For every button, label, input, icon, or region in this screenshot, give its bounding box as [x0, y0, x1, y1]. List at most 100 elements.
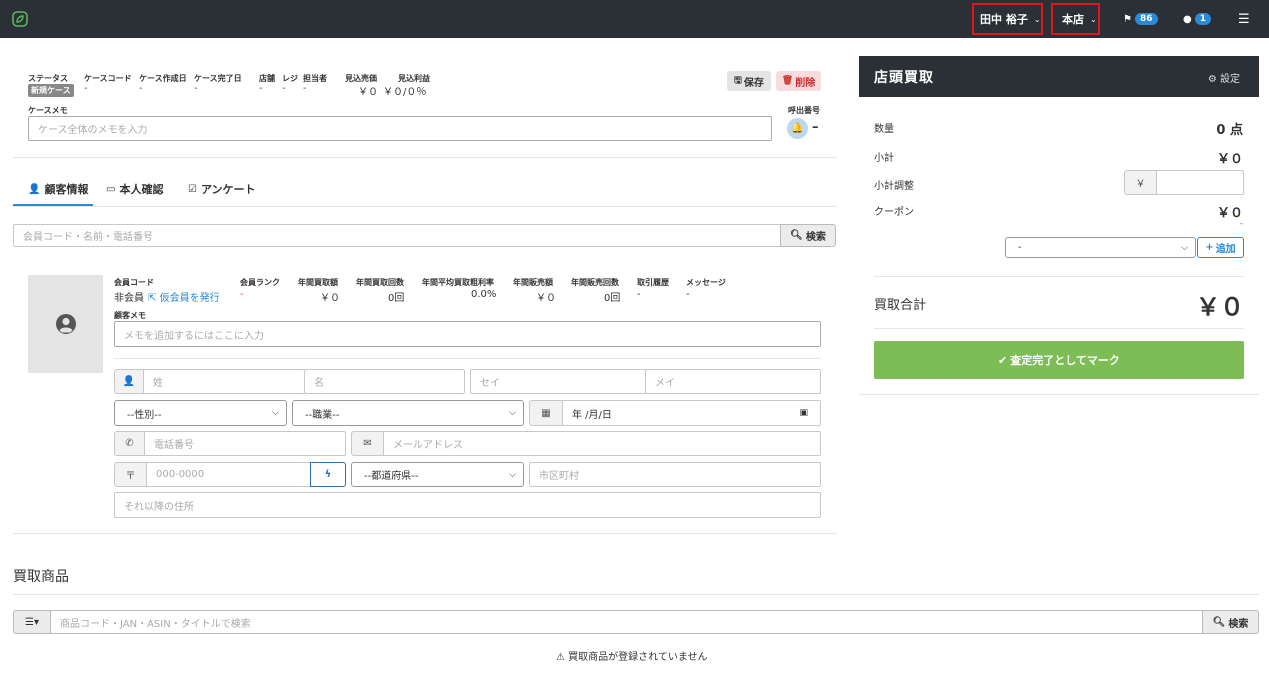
birthday-input[interactable]: 年 /月/日 ▣: [562, 400, 821, 426]
tab-identity-check[interactable]: ▭ 本人確認: [106, 181, 163, 197]
adjust-input[interactable]: [1156, 170, 1244, 195]
chevron-down-icon: ⌄: [1033, 14, 1041, 24]
id-card-icon: ▭: [106, 183, 116, 195]
case-completed: -: [194, 83, 198, 94]
user-icon: 👤: [28, 183, 41, 195]
user-name: 田中 裕子: [980, 13, 1028, 26]
trash-icon: 🗑: [781, 76, 794, 86]
subtotal-label: 小計: [874, 153, 894, 164]
last-kana-input[interactable]: セイ: [470, 369, 646, 394]
mark-assessment-complete-button[interactable]: ✔ 査定完了としてマーク: [874, 341, 1244, 379]
prefecture-select[interactable]: --都道府県-- ⌵: [351, 462, 524, 487]
avg-margin-label: 年間平均買取粗利率: [422, 278, 494, 287]
customer-search-button[interactable]: 🔍︎ 検索: [780, 224, 836, 247]
history-label: 取引履歴: [637, 278, 669, 287]
chevron-down-icon: ⌵: [272, 408, 279, 418]
postal-lookup-bolt-icon[interactable]: ϟ: [310, 462, 346, 487]
customer-memo-label: 顧客メモ: [114, 311, 146, 320]
postal-code-input[interactable]: 000-0000: [146, 462, 311, 487]
total-value: ￥０: [1196, 293, 1244, 321]
app-logo-icon[interactable]: [12, 11, 28, 27]
panel-title: 店頭買取: [874, 70, 934, 86]
history: -: [637, 289, 641, 300]
product-search-input[interactable]: 商品コード・JAN・ASIN・タイトルで検索: [50, 610, 1203, 634]
plus-icon: +: [1205, 242, 1214, 253]
customer-memo-input[interactable]: メモを追加するにはここに入力: [114, 321, 821, 347]
annual-purchase-count-label: 年間買取回数: [356, 278, 404, 287]
tabs-divider: [13, 206, 837, 207]
settings-button[interactable]: ⚙ 設定: [1208, 70, 1240, 85]
message: -: [686, 289, 690, 300]
tab-survey[interactable]: ☑ アンケート: [188, 181, 256, 197]
chevron-down-icon: ⌵: [509, 469, 516, 480]
divider: [874, 328, 1244, 329]
member-rank: -: [240, 289, 244, 300]
coupon-label: クーポン: [874, 207, 914, 218]
save-icon: 🖫: [734, 76, 742, 86]
case-memo-input[interactable]: ケース全体のメモを入力: [28, 116, 772, 141]
divider: [13, 533, 837, 534]
annual-sales-count: 0回: [604, 293, 621, 304]
case-code-label: ケースコード: [84, 74, 132, 83]
case-store: -: [259, 83, 263, 94]
delete-button[interactable]: 🗑 削除: [776, 71, 821, 91]
case-created-label: ケース作成日: [139, 74, 187, 83]
envelope-icon: ✉: [351, 431, 384, 456]
last-name-input[interactable]: 姓: [143, 369, 305, 394]
gender-select[interactable]: --性別-- ⌵: [114, 400, 287, 426]
annual-sales: ￥０: [536, 293, 556, 304]
yen-symbol: ￥: [1124, 170, 1157, 195]
add-coupon-button[interactable]: + 追加: [1197, 237, 1244, 258]
store-name: 本店: [1062, 13, 1084, 26]
empty-products-message: ⚠ 買取商品が登録されていません: [556, 652, 708, 663]
annual-purchase: ￥０: [320, 293, 340, 304]
flag-icon: ⚑: [1123, 13, 1132, 25]
store-menu[interactable]: 本店 ⌄: [1051, 3, 1100, 35]
issue-temp-member-link[interactable]: ⇱ 仮会員を発行: [148, 289, 220, 304]
customer-search-input[interactable]: 会員コード・名前・電話番号: [13, 224, 781, 247]
divider: [114, 358, 821, 359]
total-label: 買取合計: [874, 298, 927, 313]
product-search-button[interactable]: 🔍︎ 検索: [1202, 610, 1259, 634]
calendar-icon[interactable]: ▣: [799, 408, 808, 418]
notifications-flag[interactable]: ⚑ 86: [1123, 0, 1158, 38]
gear-icon: ⚙: [1207, 74, 1217, 85]
subtotal-value: ￥０: [1216, 152, 1243, 167]
message-count-badge: 1: [1194, 13, 1211, 25]
divider: [874, 276, 1244, 277]
call-number-label: 呼出番号: [788, 106, 820, 115]
panel-header: 店頭買取 ⚙ 設定: [859, 56, 1259, 97]
email-input[interactable]: メールアドレス: [383, 431, 821, 456]
case-code: -: [84, 83, 88, 94]
user-menu[interactable]: 田中 裕子 ⌄: [972, 3, 1043, 35]
check-square-icon: ☑: [188, 183, 197, 195]
bell-icon[interactable]: 🔔: [787, 118, 808, 139]
annual-purchase-label: 年間買取額: [298, 278, 338, 287]
address-input[interactable]: それ以降の住所: [114, 492, 821, 518]
search-icon: 🔍︎: [790, 230, 803, 241]
avg-margin: 0.0%: [471, 289, 497, 300]
divider: [13, 157, 837, 158]
postal-symbol: 〒: [114, 462, 147, 487]
case-staff: -: [303, 83, 307, 94]
quantity-label: 数量: [874, 124, 894, 135]
avatar: [28, 275, 103, 373]
first-kana-input[interactable]: メイ: [645, 369, 821, 394]
chevron-down-icon: ⌵: [1181, 242, 1188, 253]
phone-icon: ✆: [114, 431, 145, 456]
occupation-select[interactable]: --職業-- ⌵: [292, 400, 524, 426]
panel-bottom-divider: [859, 394, 1259, 395]
messages[interactable]: ● 1: [1183, 0, 1211, 38]
first-name-input[interactable]: 名: [304, 369, 465, 394]
status-label: ステータス: [28, 74, 68, 83]
expected-sales: ￥０: [358, 87, 378, 98]
city-input[interactable]: 市区町村: [529, 462, 821, 487]
hamburger-menu-icon[interactable]: ☰: [1238, 0, 1250, 38]
filter-sliders-icon[interactable]: ☰▾: [13, 610, 51, 634]
phone-input[interactable]: 電話番号: [144, 431, 346, 456]
birthday-cake-icon: ▦: [529, 400, 563, 426]
message-label: メッセージ: [686, 278, 726, 287]
coupon-select[interactable]: - ⌵: [1005, 237, 1196, 258]
tab-customer-info[interactable]: 👤 顧客情報: [28, 181, 88, 197]
save-button[interactable]: 🖫 保存: [727, 71, 771, 91]
